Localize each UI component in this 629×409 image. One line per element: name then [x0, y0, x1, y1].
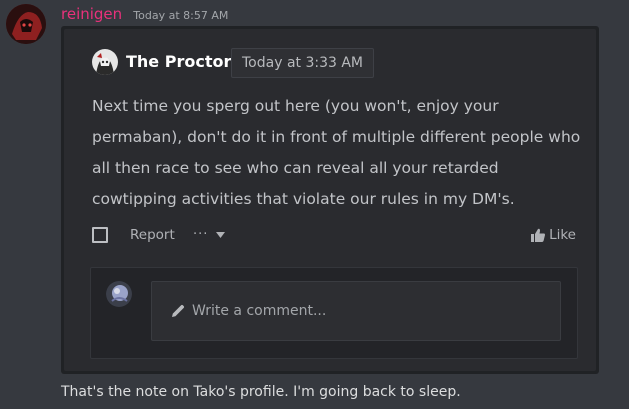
like-label: Like	[549, 227, 576, 243]
note-body-text: Next time you sperg out here (you won't,…	[92, 97, 581, 208]
like-button[interactable]: Like	[531, 225, 576, 245]
comment-placeholder: Write a comment...	[192, 303, 327, 319]
more-options-label: ···	[193, 227, 209, 242]
pencil-icon	[172, 304, 185, 317]
note-actions-bar: Report ··· Like	[92, 225, 576, 245]
message-author-avatar[interactable]	[6, 4, 46, 44]
note-embed: The Proctor Today at 3:33 AM Next time y…	[61, 26, 599, 374]
note-author-avatar[interactable]	[92, 49, 118, 75]
message-author-name[interactable]: reinigen	[61, 5, 122, 23]
thumbs-up-icon	[531, 228, 546, 242]
comment-input[interactable]: Write a comment...	[151, 281, 561, 341]
note-author-name[interactable]: The Proctor	[126, 50, 231, 74]
more-options-button[interactable]: ···	[193, 225, 225, 245]
note-card: The Proctor Today at 3:33 AM Next time y…	[64, 29, 596, 371]
report-link[interactable]: Report	[130, 225, 175, 245]
note-timestamp[interactable]: Today at 3:33 AM	[231, 48, 375, 78]
follow-up-message: That's the note on Tako's profile. I'm g…	[61, 384, 461, 400]
message-header: reinigen Today at 8:57 AM	[61, 4, 228, 24]
select-checkbox[interactable]	[92, 227, 108, 243]
chevron-down-icon	[215, 231, 225, 238]
commenter-avatar	[106, 281, 132, 307]
comment-composer: Write a comment...	[90, 267, 578, 359]
message-timestamp: Today at 8:57 AM	[133, 9, 229, 22]
